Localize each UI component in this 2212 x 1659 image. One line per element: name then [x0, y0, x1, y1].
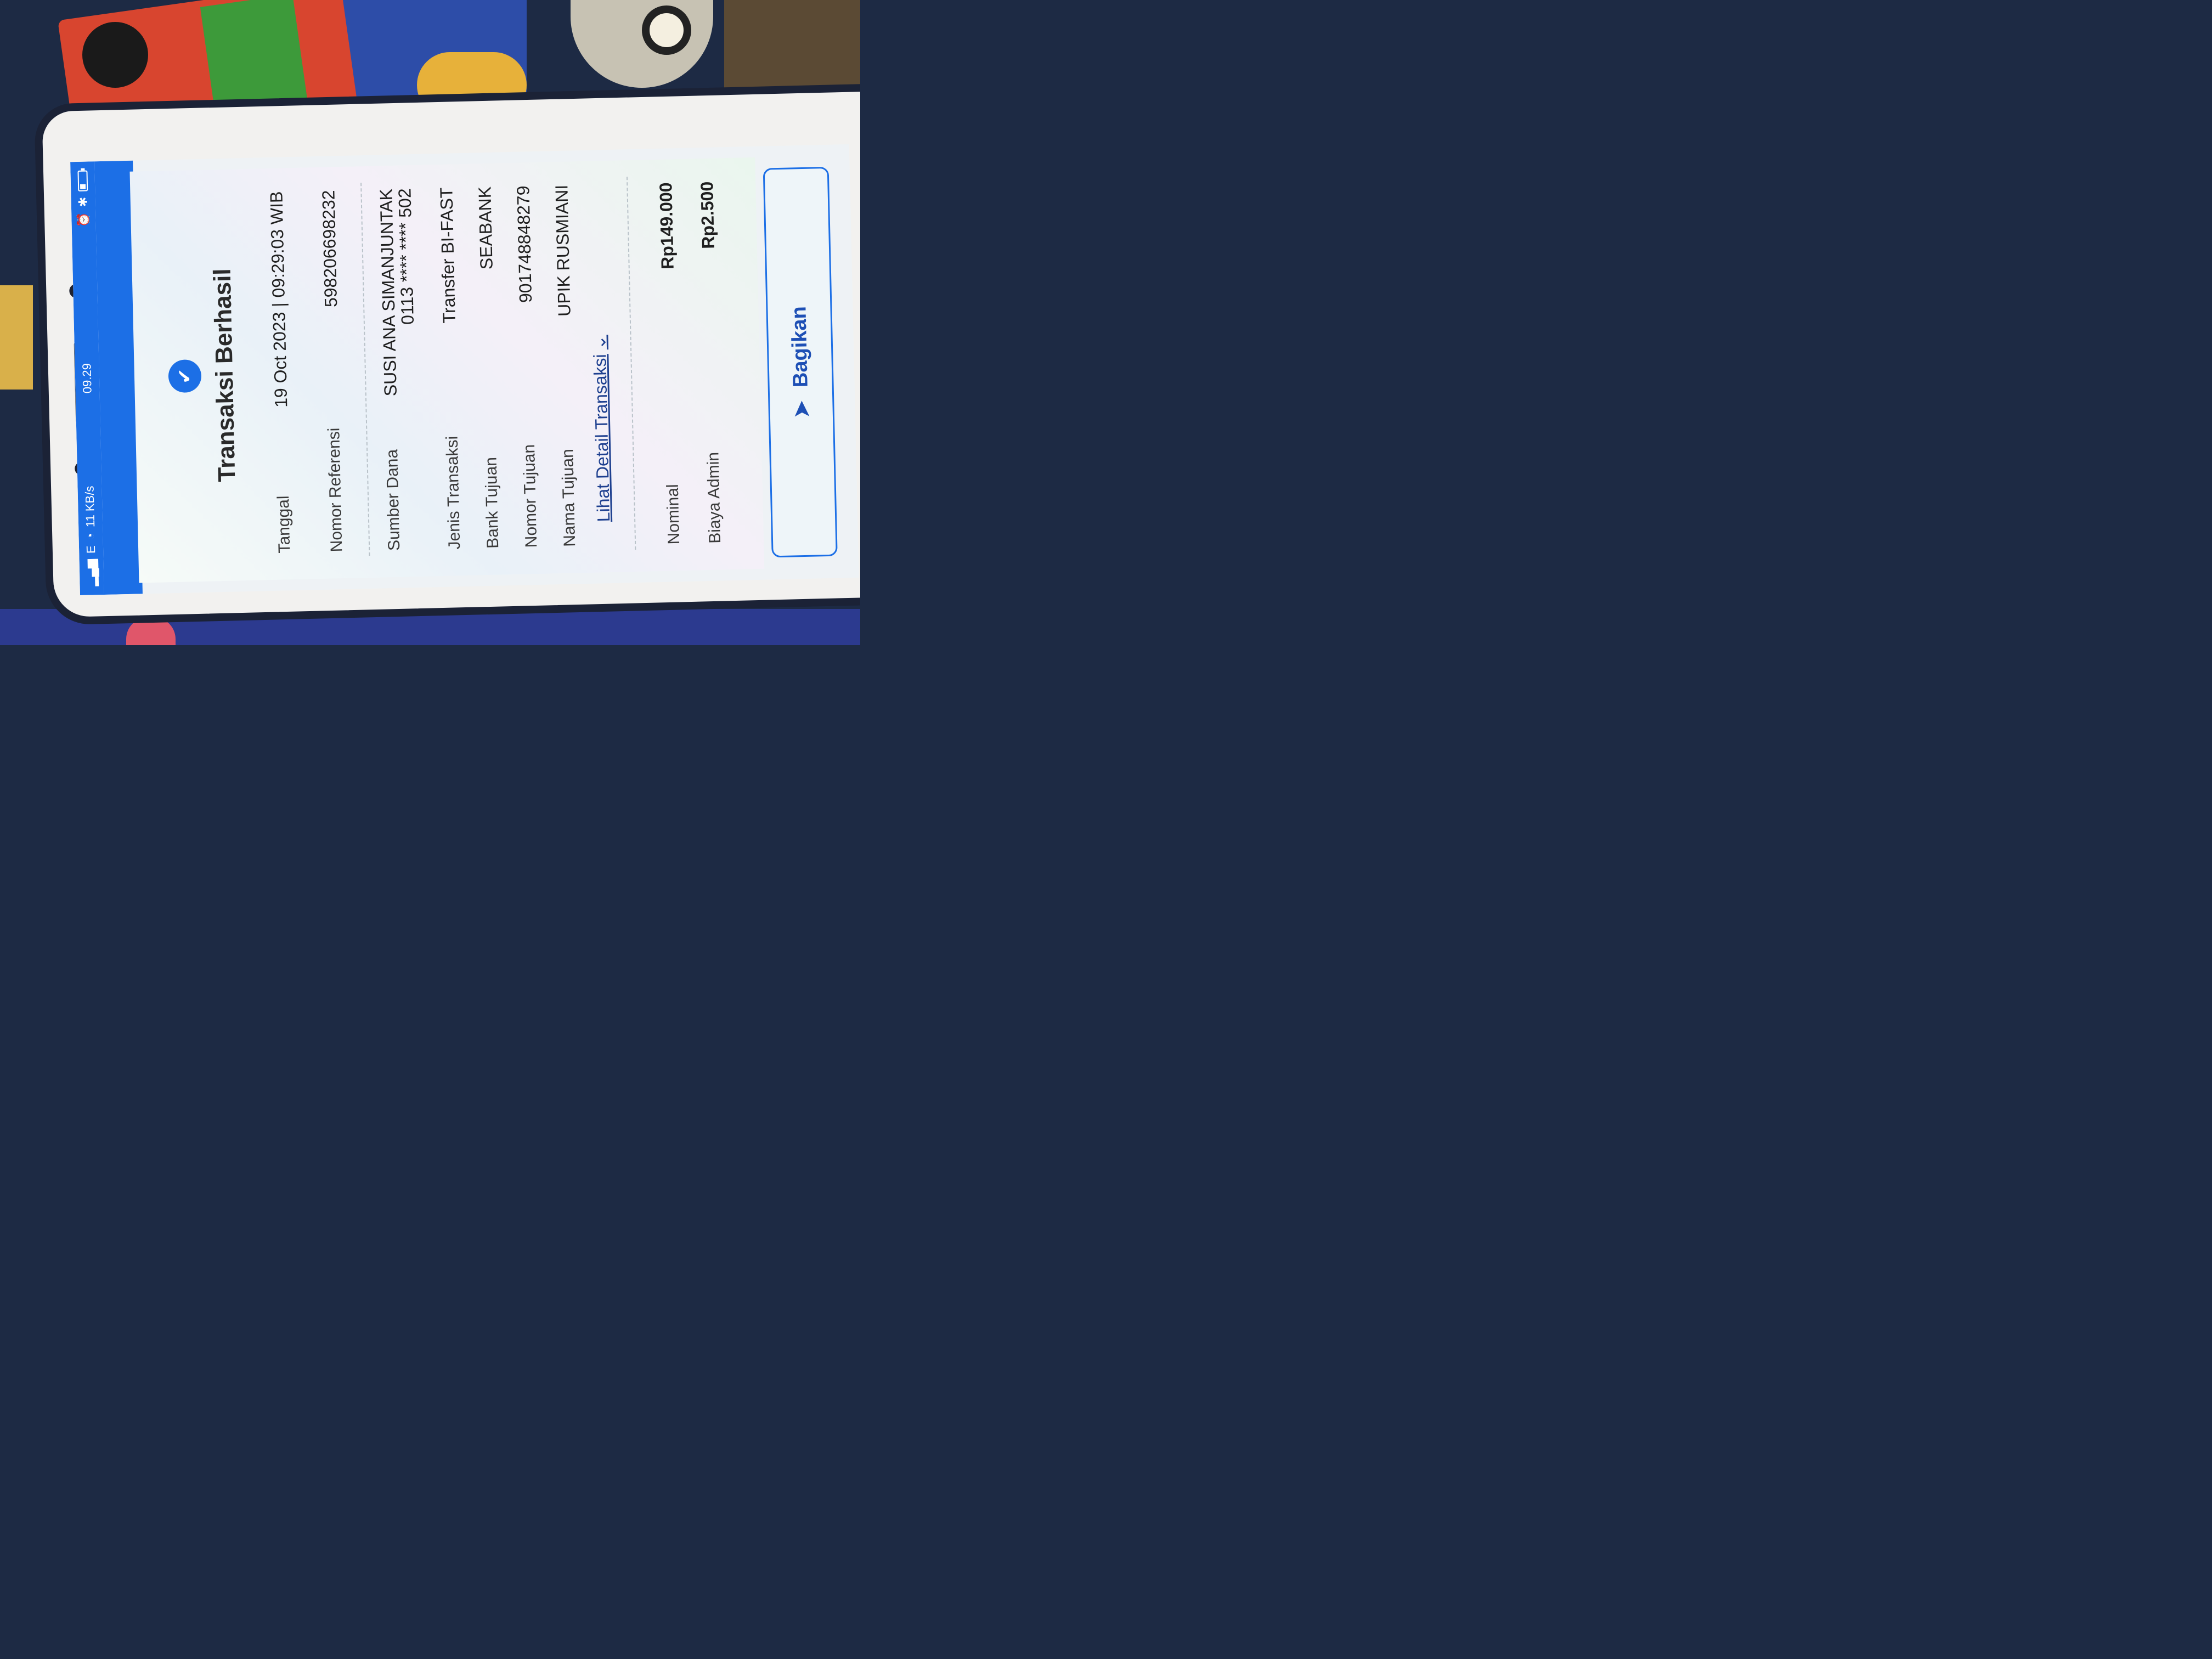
wifi-icon: ◔	[83, 532, 98, 540]
divider	[626, 177, 636, 550]
row-label: Tanggal	[274, 495, 294, 554]
receipt-row-bank-tujuan: Bank Tujuan SEABANK	[475, 186, 503, 549]
row-value: Transfer BI-FAST	[436, 187, 459, 324]
background-carpet-yellow-strip	[0, 285, 33, 390]
row-value: 598206698232	[318, 190, 341, 308]
row-label: Nama Tujuan	[558, 448, 579, 548]
row-label: Jenis Transaksi	[443, 436, 464, 550]
phone-screen: ▂▄▆ E ◔ 11 KB/s 09.29 ⏰ ✱ ✔ Transaksi Be…	[70, 144, 859, 596]
network-speed: 11 KB/s	[82, 486, 98, 528]
receipt-card: ✔ Transaksi Berhasil Tanggal 19 Oct 2023…	[129, 157, 765, 583]
battery-icon	[77, 170, 88, 191]
signal-icon: ▂▄▆	[84, 558, 99, 586]
row-value: Rp2.500	[697, 181, 718, 250]
chevron-down-icon: ⌄	[589, 335, 610, 350]
row-label: Nominal	[663, 484, 684, 545]
status-time: 09.29	[80, 363, 94, 394]
row-value: SUSI ANA SIMANJUNTAK 0113 **** **** 502	[376, 188, 417, 397]
check-icon: ✔	[168, 359, 202, 393]
page-title: Transaksi Berhasil	[208, 268, 241, 482]
background-toy-wheel	[82, 22, 148, 88]
row-value: UPIK RUSMIANI	[551, 184, 574, 317]
alarm-icon: ⏰	[76, 212, 91, 228]
receipt-row-jenis-transaksi: Jenis Transaksi Transfer BI-FAST	[436, 187, 464, 550]
receipt-row-nama-tujuan: Nama Tujuan UPIK RUSMIANI	[551, 184, 579, 548]
receipt-row-biaya-admin: Biaya Admin Rp2.500	[697, 181, 725, 544]
network-type: E	[83, 545, 98, 554]
receipt-row-nominal: Nominal Rp149.000	[656, 182, 684, 545]
share-button[interactable]: ➤ Bagikan	[763, 166, 838, 558]
row-value: SEABANK	[475, 186, 496, 270]
receipt-row-sumber-dana: Sumber Dana SUSI ANA SIMANJUNTAK 0113 **…	[376, 188, 422, 551]
divider	[360, 183, 370, 556]
row-label: Nomor Tujuan	[520, 444, 541, 548]
receipt-row-tanggal: Tanggal 19 Oct 2023 | 09:29:03 WIB	[266, 191, 294, 554]
row-label: Sumber Dana	[383, 449, 404, 551]
bluetooth-icon: ✱	[76, 196, 90, 207]
row-label: Nomor Referensi	[325, 427, 346, 552]
receipt-row-nomor-referensi: Nomor Referensi 598206698232	[318, 190, 346, 552]
receipt-row-nomor-tujuan: Nomor Tujuan 901748848279	[513, 185, 541, 548]
share-button-label: Bagikan	[787, 306, 812, 388]
detail-transaction-link[interactable]: Lihat Detail Transaksi ⌄	[589, 335, 614, 522]
detail-link-label: Lihat Detail Transaksi	[589, 354, 613, 522]
photo-scene: ▂▄▆ E ◔ 11 KB/s 09.29 ⏰ ✱ ✔ Transaksi Be…	[0, 0, 860, 645]
background-cartoon-eye	[642, 5, 691, 55]
row-label: Biaya Admin	[704, 452, 725, 544]
row-value: 901748848279	[513, 185, 536, 303]
row-value: Rp149.000	[656, 182, 678, 270]
send-icon: ➤	[789, 400, 814, 419]
battery-level	[80, 184, 86, 189]
row-value: 19 Oct 2023 | 09:29:03 WIB	[266, 191, 291, 408]
background-cartoon-face	[571, 0, 713, 88]
row-label: Bank Tujuan	[482, 456, 503, 549]
